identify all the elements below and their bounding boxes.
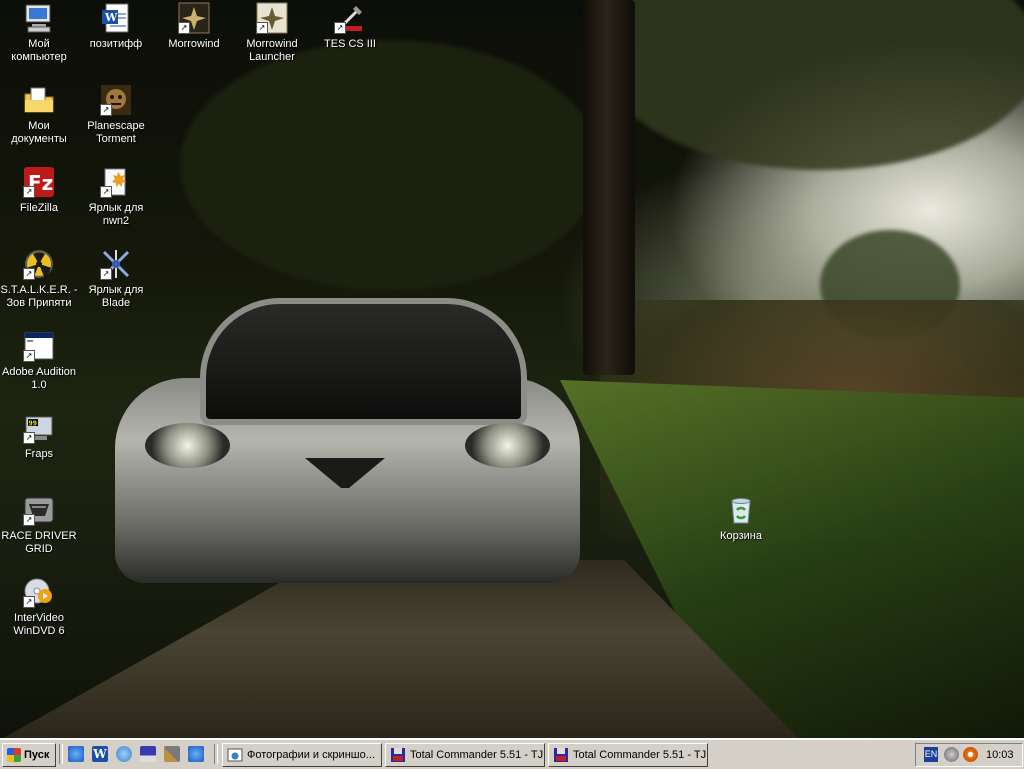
morrowind-icon: ↗ xyxy=(178,2,210,34)
taskbar-task-total-commander-1[interactable]: Total Commander 5.51 - TJ xyxy=(385,743,545,767)
wallpaper-car xyxy=(115,298,580,588)
wallpaper-foliage xyxy=(600,0,1024,170)
nwn2-shortcut-icon: ↗ xyxy=(100,166,132,198)
internet-explorer-icon[interactable] xyxy=(68,746,84,762)
desktop-icon-race-driver-grid[interactable]: ↗ RACE DRIVER GRID xyxy=(0,494,78,556)
car-windshield xyxy=(200,298,527,425)
taskbar-separator xyxy=(59,744,63,764)
clock[interactable]: 10:03 xyxy=(986,744,1014,766)
wallpaper-foliage xyxy=(180,40,600,290)
desktop-icon-nwn2[interactable]: ↗ Ярлык для nwn2 xyxy=(77,166,155,228)
word-document-icon: W xyxy=(100,2,132,34)
desktop-icon-my-documents[interactable]: Мои документы xyxy=(0,84,78,146)
recycle-bin-icon xyxy=(725,494,757,526)
taskbar: Пуск W Фотографии и скриншо... Total Com… xyxy=(0,738,1024,769)
desktop-icon-adobe-audition[interactable]: ↗ Adobe Audition 1.0 xyxy=(0,330,78,392)
desktop-icon-stalker[interactable]: ↗ S.T.A.L.K.E.R. - Зов Припяти xyxy=(0,248,78,310)
planescape-torment-icon: ↗ xyxy=(100,84,132,116)
tray-app-icon[interactable] xyxy=(944,747,959,762)
tes-construction-set-icon: ↗ xyxy=(334,2,366,34)
my-documents-icon xyxy=(23,84,55,116)
tray-media-icon[interactable] xyxy=(963,747,978,762)
filezilla-icon: Fz ↗ xyxy=(23,166,55,198)
desktop-icon-windvd[interactable]: ↗ InterVideo WinDVD 6 xyxy=(0,576,78,638)
svg-text:99: 99 xyxy=(29,420,37,428)
fraps-icon: 99 ↗ xyxy=(23,412,55,444)
desktop-icon-fraps[interactable]: 99 ↗ Fraps xyxy=(0,412,78,461)
race-driver-grid-icon: ↗ xyxy=(23,494,55,526)
taskbar-task-photos[interactable]: Фотографии и скриншо... xyxy=(222,743,382,767)
start-button[interactable]: Пуск xyxy=(2,743,56,767)
blade-shortcut-icon: ↗ xyxy=(100,248,132,280)
stalker-radiation-icon: ↗ xyxy=(23,248,55,280)
windows-flag-icon xyxy=(7,748,21,762)
taskbar-separator xyxy=(214,744,218,764)
wallpaper-tree-trunk xyxy=(583,0,635,375)
desktop-icon-my-computer[interactable]: Мой компьютер xyxy=(0,2,78,64)
my-computer-icon xyxy=(23,2,55,34)
tools-icon[interactable] xyxy=(164,746,180,762)
browser-window-icon xyxy=(227,747,243,763)
desktop-icon-morrowind-launcher[interactable]: ↗ Morrowind Launcher xyxy=(233,2,311,64)
language-indicator[interactable]: EN xyxy=(924,747,938,762)
car-headlight xyxy=(145,423,230,468)
browser-icon[interactable] xyxy=(116,746,132,762)
desktop-icon-filezilla[interactable]: Fz ↗ FileZilla xyxy=(0,166,78,215)
total-commander-icon xyxy=(553,747,569,763)
desktop-icon-pozitiff[interactable]: W позитифф xyxy=(77,2,155,51)
word-icon[interactable]: W xyxy=(92,746,108,762)
taskbar-task-total-commander-2[interactable]: Total Commander 5.51 - TJ xyxy=(548,743,708,767)
windvd-disc-icon: ↗ xyxy=(23,576,55,608)
desktop[interactable]: Мой компьютер W позитифф ↗ Morrowind ↗ M… xyxy=(0,0,1024,738)
internet-explorer-icon[interactable] xyxy=(188,746,204,762)
desktop-icon-recycle-bin[interactable]: Корзина xyxy=(702,494,780,543)
system-tray: EN 10:03 xyxy=(915,743,1023,767)
car-headlight xyxy=(465,423,550,468)
desktop-icon-tes-cs[interactable]: ↗ TES CS III xyxy=(311,2,389,51)
svg-text:W: W xyxy=(104,11,118,24)
morrowind-launcher-icon: ↗ xyxy=(256,2,288,34)
total-commander-icon xyxy=(390,747,406,763)
desktop-icon-planescape-torment[interactable]: ↗ Planescape Torment xyxy=(77,84,155,146)
save-disk-icon[interactable] xyxy=(140,746,156,762)
desktop-icon-morrowind[interactable]: ↗ Morrowind xyxy=(155,2,233,51)
desktop-icon-blade[interactable]: ↗ Ярлык для Blade xyxy=(77,248,155,310)
application-window-icon: ↗ xyxy=(23,330,55,362)
